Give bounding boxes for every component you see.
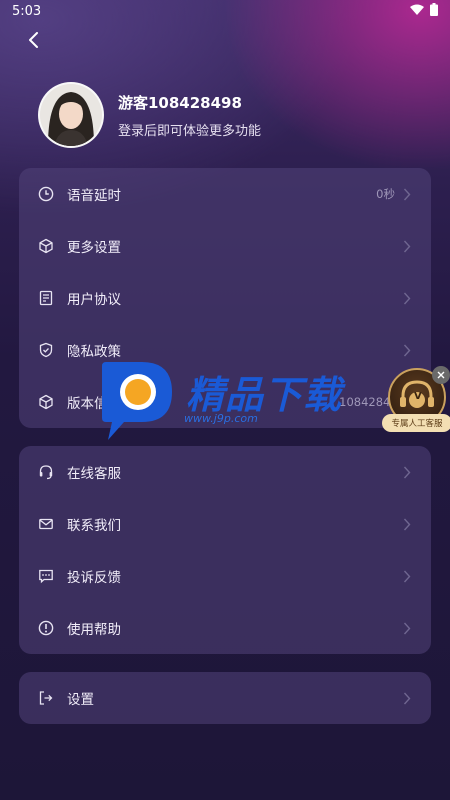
cube-icon [38, 238, 54, 254]
customer-service-widget[interactable]: V 专属人工客服 [382, 366, 450, 436]
menu-item-user-agreement[interactable]: 用户协议 [19, 272, 431, 324]
chevron-right-icon [403, 569, 413, 583]
menu-item-label: 用户协议 [67, 292, 121, 308]
settings-card-3: 设置 [19, 672, 431, 724]
battery-icon [430, 2, 438, 20]
info-icon [38, 620, 54, 636]
menu-item-label: 更多设置 [67, 240, 121, 256]
avatar[interactable] [38, 82, 104, 148]
menu-item-label: 联系我们 [67, 518, 121, 534]
chevron-right-icon [403, 621, 413, 635]
menu-item-help[interactable]: 使用帮助 [19, 602, 431, 654]
menu-item-settings[interactable]: 设置 [19, 672, 431, 724]
cube-icon [38, 394, 54, 410]
status-time: 5:03 [12, 3, 42, 19]
menu-item-label: 使用帮助 [67, 622, 121, 638]
menu-item-label: 设置 [67, 692, 94, 708]
menu-item-label: 投诉反馈 [67, 570, 121, 586]
menu-item-privacy-policy[interactable]: 隐私政策 [19, 324, 431, 376]
headset-icon [38, 464, 54, 480]
menu-item-voice-delay[interactable]: 语音延时 0秒 [19, 168, 431, 220]
menu-item-version-info[interactable]: 版本信息 108428498 [19, 376, 431, 428]
status-icons [410, 2, 438, 20]
clock-icon [38, 186, 54, 202]
menu-item-value: 0秒 [376, 187, 395, 201]
menu-item-feedback[interactable]: 投诉反馈 [19, 550, 431, 602]
chevron-right-icon [403, 465, 413, 479]
menu-item-label: 隐私政策 [67, 344, 121, 360]
customer-service-label[interactable]: 专属人工客服 [382, 414, 450, 432]
menu-item-label: 版本信息 [67, 396, 121, 412]
username: 游客108428498 [118, 93, 242, 112]
wifi-icon [410, 4, 424, 19]
profile-text: 游客108428498 登录后即可体验更多功能 [118, 92, 261, 139]
document-icon [38, 290, 54, 306]
chevron-right-icon [403, 187, 413, 201]
shield-icon [38, 342, 54, 358]
status-bar: 5:03 [0, 0, 450, 22]
profile-header[interactable]: 游客108428498 登录后即可体验更多功能 [38, 82, 261, 148]
close-icon[interactable] [432, 366, 450, 384]
login-hint[interactable]: 登录后即可体验更多功能 [118, 120, 261, 139]
menu-item-contact-us[interactable]: 联系我们 [19, 498, 431, 550]
settings-card-2: 在线客服 联系我们 投诉反馈 使用帮助 [19, 446, 431, 654]
chevron-right-icon [403, 691, 413, 705]
settings-card-1: 语音延时 0秒 更多设置 用户协议 隐私政策 版本信息 108428498 [19, 168, 431, 428]
back-button[interactable] [22, 30, 46, 54]
chevron-right-icon [403, 343, 413, 357]
message-icon [38, 568, 54, 584]
menu-item-label: 语音延时 [67, 188, 121, 204]
chevron-right-icon [403, 291, 413, 305]
menu-item-more-settings[interactable]: 更多设置 [19, 220, 431, 272]
chevron-left-icon [28, 32, 40, 52]
vip-badge: V [414, 391, 422, 402]
menu-item-label: 在线客服 [67, 466, 121, 482]
logout-icon [38, 690, 54, 706]
chevron-right-icon [403, 517, 413, 531]
menu-item-online-support[interactable]: 在线客服 [19, 446, 431, 498]
mail-icon [38, 516, 54, 532]
chevron-right-icon [403, 239, 413, 253]
